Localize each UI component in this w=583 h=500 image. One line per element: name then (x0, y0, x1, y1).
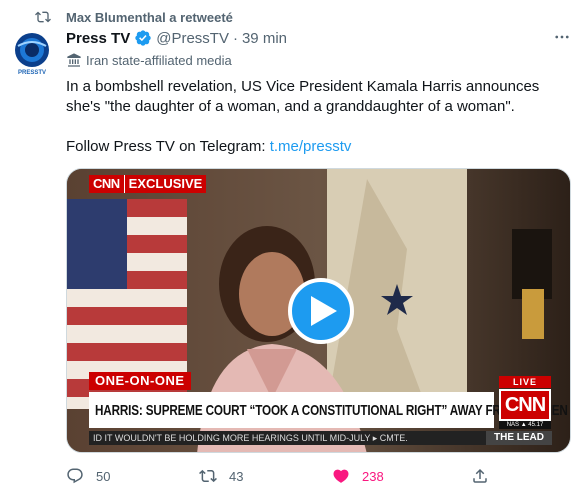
tweet-header: Press TV @PressTV · 39 min (66, 28, 563, 48)
verified-badge-icon (135, 30, 151, 46)
tweet-actions: 50 43 238 (66, 466, 496, 486)
state-media-label-text[interactable]: Iran state-affiliated media (86, 53, 232, 68)
heart-filled-icon (333, 469, 349, 483)
cnn-exclusive-badge: CNN EXCLUSIVE (89, 175, 207, 193)
cnn-badge: CNN (89, 175, 124, 193)
retweet-icon (35, 11, 51, 23)
live-box: LIVE CNN NAS ▲ 45.17 (499, 376, 551, 429)
retweet-button[interactable]: 43 (199, 466, 243, 486)
telegram-link[interactable]: t.me/presstv (270, 138, 352, 155)
retweet-banner-text[interactable]: Max Blumenthal a retweeté (66, 10, 233, 25)
cnn-logo: CNN (499, 389, 551, 421)
avatar-logo-text: PRESSTV (18, 70, 46, 76)
separator-dot: · (232, 29, 238, 47)
presstv-logo: PRESSTV (8, 30, 56, 78)
reply-button[interactable]: 50 (66, 466, 110, 486)
tweet-text: In a bombshell revelation, US Vice Presi… (66, 77, 571, 157)
like-count: 238 (362, 468, 384, 484)
retweet-banner[interactable]: Max Blumenthal a retweeté (34, 8, 233, 26)
tweet-body: In a bombshell revelation, US Vice Presi… (66, 78, 540, 115)
avatar[interactable]: PRESSTV (8, 30, 56, 78)
headline-text: HARRIS: SUPREME COURT “TOOK A CONSTITUTI… (95, 401, 568, 419)
share-icon (473, 468, 487, 483)
live-clock: NAS ▲ 45.17 (499, 421, 551, 429)
video-player[interactable]: CNN EXCLUSIVE ONE-ON-ONE HARRIS: SUPREME… (66, 168, 571, 453)
reply-count: 50 (96, 468, 111, 484)
like-button[interactable]: 238 (332, 466, 384, 486)
retweet-count: 43 (229, 468, 244, 484)
government-building-icon (67, 53, 81, 67)
news-ticker: ID IT WOULDN'T BE HOLDING MORE HEARINGS … (89, 431, 552, 445)
ticker-text: ID IT WOULDN'T BE HOLDING MORE HEARINGS … (93, 433, 408, 443)
play-button[interactable] (288, 278, 354, 344)
author-name[interactable]: Press TV (66, 30, 130, 47)
author-handle[interactable]: @PressTV (156, 30, 229, 47)
more-options-icon[interactable] (553, 28, 571, 46)
show-name: THE LEAD (486, 431, 552, 445)
headline-bar: HARRIS: SUPREME COURT “TOOK A CONSTITUTI… (89, 392, 568, 428)
retweet-icon (199, 469, 217, 483)
share-button[interactable] (471, 466, 489, 486)
exclusive-badge: EXCLUSIVE (123, 175, 207, 193)
tweet-timestamp[interactable]: 39 min (242, 30, 287, 47)
reply-icon (67, 468, 83, 484)
live-label: LIVE (499, 376, 551, 388)
tweet-telegram-line: Follow Press TV on Telegram: t.me/presst… (66, 137, 571, 157)
segment-badge: ONE-ON-ONE (89, 372, 191, 390)
play-icon (310, 296, 337, 326)
state-media-label[interactable]: Iran state-affiliated media (66, 52, 232, 68)
telegram-prefix: Follow Press TV on Telegram: (66, 138, 270, 155)
